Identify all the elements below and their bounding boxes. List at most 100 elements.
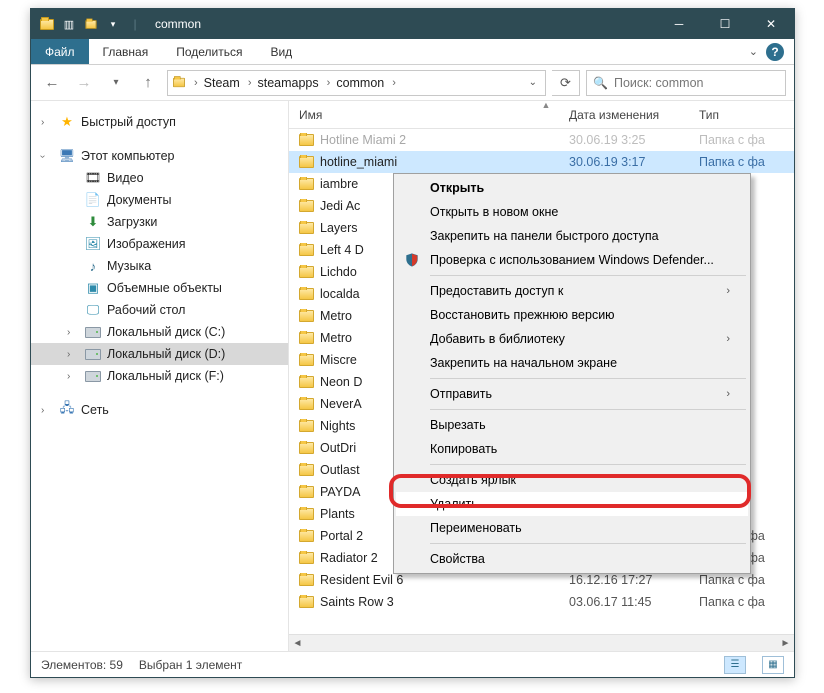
maximize-button[interactable]: ☐ [702,9,748,39]
tree-quick-access[interactable]: ›★Быстрый доступ [31,111,288,133]
search-box[interactable]: 🔍 Поиск: common [586,70,786,96]
chevron-right-icon: › [726,285,730,297]
scroll-left-icon[interactable]: ◄ [289,635,306,652]
tab-view[interactable]: Вид [256,39,306,64]
ctx-add-to-library[interactable]: Добавить в библиотеку› [396,327,748,351]
tree-3d-objects[interactable]: ▣Объемные объекты [31,277,288,299]
folder-icon [299,464,314,476]
file-name: localda [320,287,360,301]
ctx-properties[interactable]: Свойства [396,547,748,571]
ctx-separator [430,543,746,544]
ctx-pin-start[interactable]: Закрепить на начальном экране [396,351,748,375]
tree-documents[interactable]: 📄Документы [31,189,288,211]
table-row[interactable]: Hotline Miami 230.06.19 3:25Папка с фа [289,129,794,151]
path-seg-2[interactable]: common [336,76,384,90]
column-date[interactable]: Дата изменения [569,108,699,122]
file-date: 16.12.16 17:27 [569,573,699,587]
status-selection: Выбран 1 элемент [139,658,242,672]
drive-icon [85,349,101,360]
context-menu: Открыть Открыть в новом окне Закрепить н… [393,173,751,574]
folder-icon [299,596,314,608]
back-button[interactable]: ← [39,70,65,96]
column-type[interactable]: Тип [699,108,794,122]
folder-icon [299,134,314,146]
up-button[interactable]: ↑ [135,70,161,96]
file-name: Portal 2 [320,529,363,543]
ribbon-expand-icon[interactable]: ⌄ [749,45,758,58]
tree-this-pc[interactable]: ›🖥Этот компьютер [31,145,288,167]
search-icon: 🔍 [593,76,608,90]
file-name: Layers [320,221,358,235]
tree-downloads[interactable]: ⬇Загрузки [31,211,288,233]
folder-icon [299,398,314,410]
tree-desktop[interactable]: 🖵Рабочий стол [31,299,288,321]
tree-pictures[interactable]: 🖼Изображения [31,233,288,255]
tree-music[interactable]: ♪Музыка [31,255,288,277]
folder-icon [299,420,314,432]
view-large-button[interactable]: ▦ [762,656,784,674]
tab-home[interactable]: Главная [89,39,163,64]
folder-icon [299,310,314,322]
address-bar-row: ← → ▾ ↑ › Steam› steamapps› common› ⌄ ⟳ … [31,65,794,101]
close-button[interactable]: ✕ [748,9,794,39]
folder-icon [299,354,314,366]
path-seg-0[interactable]: Steam [204,76,240,90]
ctx-create-shortcut[interactable]: Создать ярлык [396,468,748,492]
ctx-separator [430,378,746,379]
horizontal-scrollbar[interactable]: ◄ ► [289,634,794,651]
new-folder-icon[interactable] [81,14,101,34]
tree-video[interactable]: 🎞Видео [31,167,288,189]
ctx-rename[interactable]: Переименовать [396,516,748,540]
file-name: Saints Row 3 [320,595,394,609]
address-bar[interactable]: › Steam› steamapps› common› ⌄ [167,70,546,96]
qat-dropdown-icon[interactable]: ▾ [103,14,123,34]
sort-indicator-icon: ▲ [542,101,551,110]
file-name: hotline_miami [320,155,397,169]
refresh-button[interactable]: ⟳ [552,70,580,96]
cube-icon: ▣ [85,280,101,296]
column-name[interactable]: Имя▲ [299,108,569,122]
ctx-restore-previous[interactable]: Восстановить прежнюю версию [396,303,748,327]
file-type: Папка с фа [699,133,794,147]
tree-drive-d[interactable]: ›Локальный диск (D:) [31,343,288,365]
shield-icon [403,251,421,269]
ctx-defender-scan[interactable]: Проверка с использованием Windows Defend… [396,248,748,272]
forward-button[interactable]: → [71,70,97,96]
table-row[interactable]: Saints Row 303.06.17 11:45Папка с фа [289,591,794,613]
file-name: Left 4 D [320,243,364,257]
minimize-button[interactable]: ─ [656,9,702,39]
file-name: Nights [320,419,355,433]
ctx-pin-quick-access[interactable]: Закрепить на панели быстрого доступа [396,224,748,248]
chevron-right-icon: › [726,388,730,400]
properties-icon[interactable]: ▥ [59,14,79,34]
recent-dropdown-icon[interactable]: ▾ [103,70,129,96]
help-icon[interactable]: ? [766,43,784,61]
ctx-open-new-window[interactable]: Открыть в новом окне [396,200,748,224]
document-icon: 📄 [85,192,101,208]
folder-icon [299,200,314,212]
ctx-cut[interactable]: Вырезать [396,413,748,437]
ctx-grant-access[interactable]: Предоставить доступ к› [396,279,748,303]
scroll-track[interactable] [306,635,777,652]
ctx-open[interactable]: Открыть [396,176,748,200]
scroll-right-icon[interactable]: ► [777,635,794,652]
ctx-send-to[interactable]: Отправить› [396,382,748,406]
table-row[interactable]: hotline_miami30.06.19 3:17Папка с фа [289,151,794,173]
music-icon: ♪ [85,258,101,274]
column-headers: Имя▲ Дата изменения Тип [289,101,794,129]
tree-drive-c[interactable]: ›Локальный диск (C:) [31,321,288,343]
file-name: Jedi Ac [320,199,360,213]
tab-share[interactable]: Поделиться [162,39,256,64]
file-name: NeverA [320,397,362,411]
path-seg-1[interactable]: steamapps [257,76,318,90]
view-details-button[interactable]: ☰ [724,656,746,674]
status-count: Элементов: 59 [41,658,123,672]
address-dropdown-icon[interactable]: ⌄ [525,77,541,88]
ctx-delete[interactable]: Удалить [396,492,748,516]
tab-file[interactable]: Файл [31,39,89,64]
ctx-copy[interactable]: Копировать [396,437,748,461]
folder-icon [299,244,314,256]
network-icon: 🖧 [59,402,75,418]
tree-network[interactable]: ›🖧Сеть [31,399,288,421]
tree-drive-f[interactable]: ›Локальный диск (F:) [31,365,288,387]
